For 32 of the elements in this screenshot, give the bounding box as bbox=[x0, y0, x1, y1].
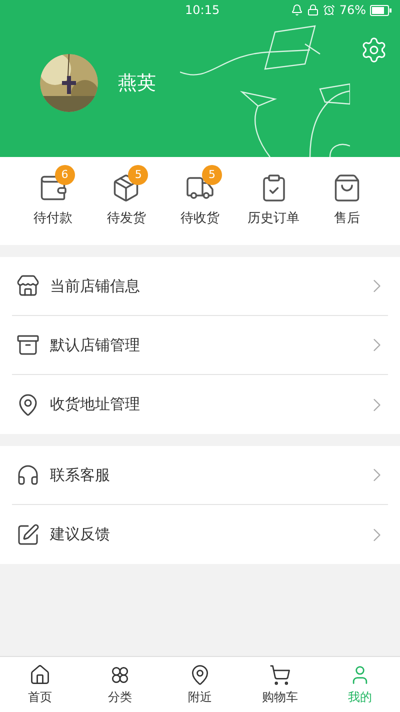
settings-icon[interactable] bbox=[360, 36, 388, 64]
menu-row[interactable]: 默认店铺管理 bbox=[12, 316, 388, 375]
tab-bar-item[interactable]: 分类 bbox=[88, 664, 152, 706]
clock-time: 10:15 bbox=[185, 2, 220, 19]
order-status-button[interactable]: 6 待付款 bbox=[20, 165, 85, 229]
home-icon bbox=[29, 664, 51, 686]
battery-icon bbox=[370, 4, 392, 16]
battery-percent: 76% bbox=[339, 2, 366, 19]
tab-bar-item[interactable]: 首页 bbox=[8, 664, 72, 706]
tab-bar-item[interactable]: 购物车 bbox=[248, 664, 312, 706]
user-name: 燕英 bbox=[118, 70, 156, 96]
bell-icon bbox=[291, 4, 304, 16]
order-status-button[interactable]: 5 待发货 bbox=[94, 165, 158, 229]
nearby-icon bbox=[189, 664, 211, 686]
order-status-button[interactable]: 售后 bbox=[315, 165, 380, 229]
count-badge: 5 bbox=[202, 165, 222, 186]
edit-icon bbox=[16, 522, 40, 546]
shop-icon bbox=[16, 333, 40, 357]
count-badge: 6 bbox=[54, 165, 75, 186]
menu-row[interactable]: 收货地址管理 bbox=[12, 375, 388, 434]
menu-row[interactable]: 当前店铺信息 bbox=[12, 257, 388, 316]
alarm-icon bbox=[323, 4, 336, 16]
store-icon bbox=[16, 274, 40, 298]
lock-icon bbox=[307, 4, 320, 16]
order-status-button[interactable]: 历史订单 bbox=[242, 165, 306, 229]
order-status-button[interactable]: 5 待收货 bbox=[168, 165, 232, 229]
menu-row[interactable]: 联系客服 bbox=[12, 446, 388, 505]
cart-icon bbox=[269, 664, 291, 686]
menu-row[interactable]: 建议反馈 bbox=[12, 505, 388, 564]
count-badge: 5 bbox=[128, 165, 148, 186]
tab-bar-item[interactable]: 附近 bbox=[168, 664, 232, 706]
headset-icon bbox=[16, 463, 40, 487]
